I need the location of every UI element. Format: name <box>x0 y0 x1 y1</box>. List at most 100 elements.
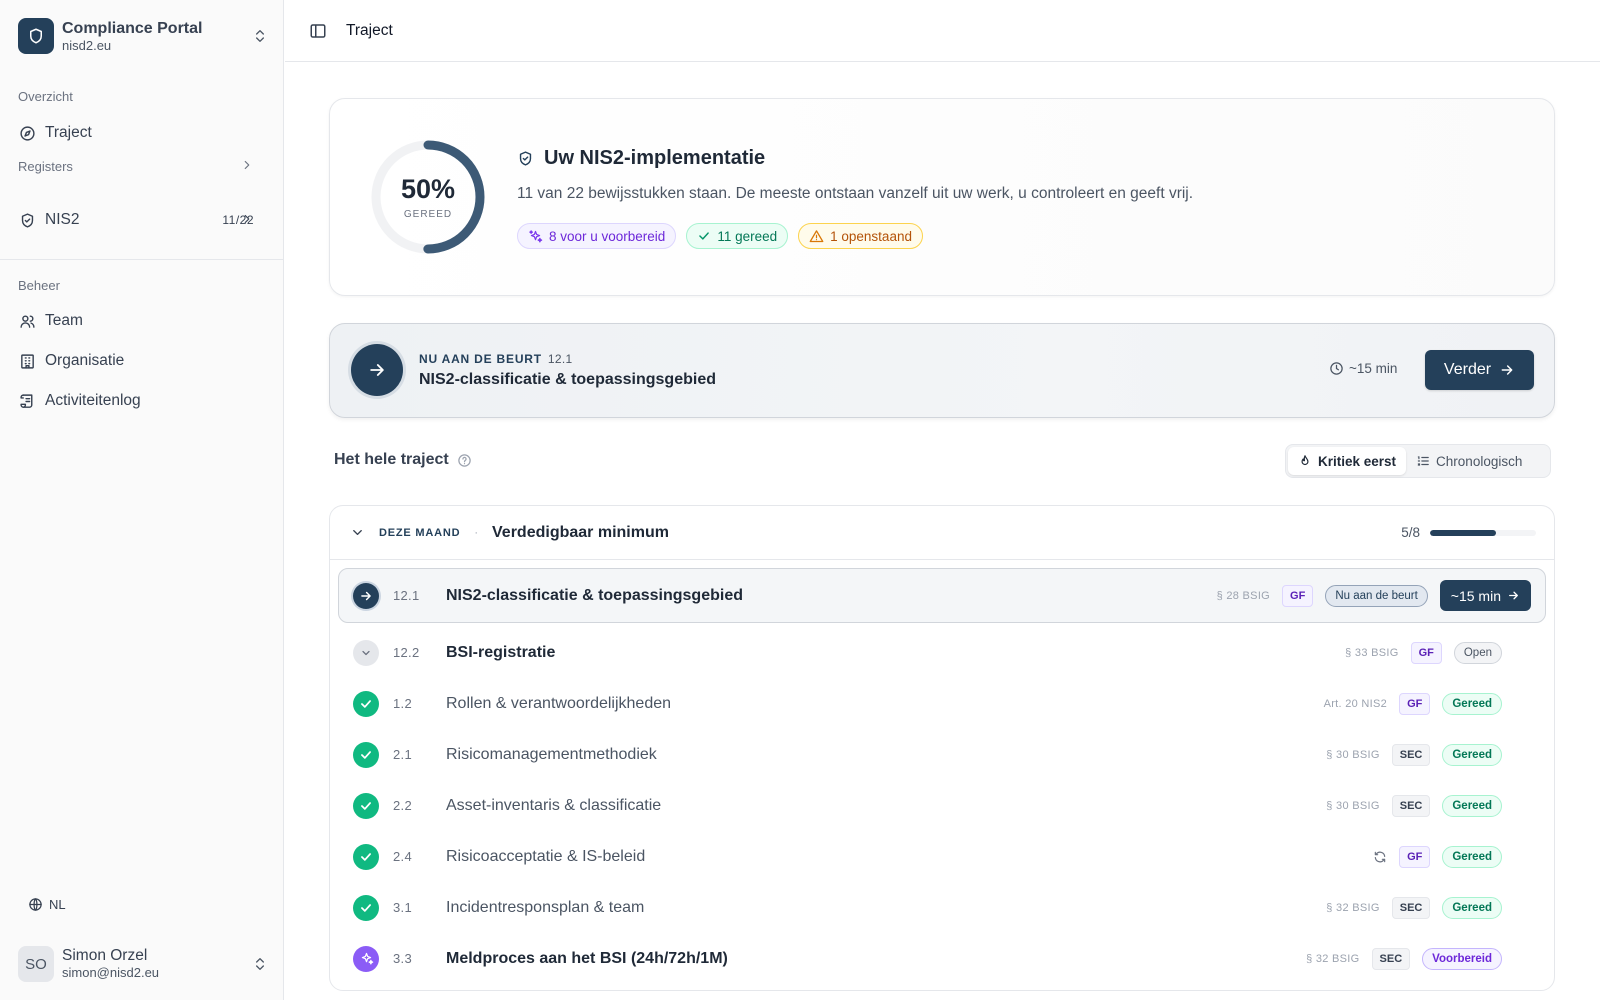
sidebar-item-label: Team <box>45 312 83 329</box>
done-pill[interactable]: 11 gereed <box>686 223 789 249</box>
warning-triangle-icon <box>809 229 824 242</box>
shield-check-icon <box>519 151 532 166</box>
nav-section-overview: Overzicht <box>18 89 73 104</box>
help-circle-icon[interactable] <box>457 453 472 468</box>
sidebar-item-label: Activiteitenlog <box>45 392 141 409</box>
row-reference: § 30 BSIG <box>1326 799 1380 812</box>
next-step-code: 12.1 <box>547 352 573 366</box>
group-progress-fill <box>1430 529 1497 536</box>
status-badge: Open <box>1453 641 1502 664</box>
panel-left-icon <box>310 23 326 38</box>
sidebar-item-traject[interactable]: Traject <box>18 119 268 147</box>
row-number: 1.2 <box>393 696 412 711</box>
done-pill-label: 11 gereed <box>717 228 778 244</box>
hero-title: Uw NIS2-implementatie <box>517 147 765 170</box>
sidebar: Compliance Portal nisd2.eu Overzicht Tra… <box>0 0 284 1000</box>
check-icon <box>699 232 710 240</box>
group-header[interactable]: DEZE MAAND · Verdedigbaar minimum 5/8 <box>330 506 1554 560</box>
status-badge: Gereed <box>1442 743 1502 766</box>
sidebar-item-label: Traject <box>45 124 92 141</box>
row-reference: § 32 BSIG <box>1326 901 1380 914</box>
table-row[interactable]: 3.1 Incidentresponsplan & team § 32 BSIG… <box>330 882 1554 933</box>
group-progress: 5/8 <box>1401 525 1536 540</box>
page-title: Traject <box>346 21 393 39</box>
expand-chevron-icon[interactable] <box>353 639 379 666</box>
row-title: Risicoacceptatie & IS-beleid <box>446 847 646 865</box>
row-number: 2.4 <box>393 849 412 864</box>
status-badge: Gereed <box>1442 692 1502 715</box>
section-title-text: Het hele traject <box>334 451 449 468</box>
sort-critical-label: Kritiek eerst <box>1318 453 1397 469</box>
group-progress-count: 5/8 <box>1401 525 1420 540</box>
row-number: 3.1 <box>393 900 412 915</box>
sidebar-item-registers[interactable]: Registers <box>18 152 268 180</box>
next-step-arrow-button[interactable] <box>351 344 403 396</box>
row-category-tag: GF <box>1410 641 1442 664</box>
row-number: 12.1 <box>393 588 420 603</box>
row-reference: § 33 BSIG <box>1345 646 1399 659</box>
progress-summary-card: 50% GEREED Uw NIS2-implementatie 11 van … <box>329 98 1555 296</box>
refresh-icon <box>1374 851 1386 862</box>
progress-percent: 50% <box>400 174 456 204</box>
row-reference: Art. 20 NIS2 <box>1323 697 1388 710</box>
row-title: Rollen & verantwoordelijkheden <box>446 694 672 712</box>
user-menu[interactable]: SO Simon Orzel simon@nisd2.eu <box>18 945 268 983</box>
open-pill[interactable]: 1 openstaand <box>798 223 923 249</box>
topbar: Traject <box>285 0 1600 62</box>
group-progress-bar <box>1430 529 1536 536</box>
scroll-log-icon <box>18 392 36 410</box>
status-badge: Gereed <box>1442 845 1502 868</box>
table-row[interactable]: 12.2 BSI-registratie § 33 BSIG GF Open <box>330 627 1554 678</box>
sort-chronological-label: Chronologisch <box>1436 453 1523 469</box>
group-title: Verdedigbaar minimum <box>492 523 669 541</box>
row-reference: § 30 BSIG <box>1326 748 1380 761</box>
language-switcher[interactable]: NL <box>28 897 66 912</box>
sort-critical-button[interactable]: Kritiek eerst <box>1288 447 1407 475</box>
hero-title-text: Uw NIS2-implementatie <box>544 147 766 169</box>
continue-button[interactable]: Verder <box>1425 350 1534 390</box>
next-step-card[interactable]: NU AAN DE BEURT 12.1 NIS2-classificatie &… <box>329 323 1555 418</box>
check-circle-icon <box>353 792 379 819</box>
open-pill-label: 1 openstaand <box>830 228 912 244</box>
building-icon <box>18 352 36 370</box>
sidebar-item-label: NIS2 <box>45 211 80 228</box>
progress-percent-label: GEREED <box>403 209 453 220</box>
shield-check-icon <box>18 211 36 229</box>
sparkles-icon <box>529 229 543 242</box>
table-row[interactable]: 2.4 Risicoacceptatie & IS-beleid GF Gere… <box>330 831 1554 882</box>
next-step-eyebrow: NU AAN DE BEURT 12.1 <box>419 352 572 366</box>
chevron-down-icon[interactable] <box>350 525 365 540</box>
group-separator: · <box>474 526 479 539</box>
status-pills: 8 voor u voorbereid 11 gereed 1 openstaa… <box>517 223 923 249</box>
table-row[interactable]: 1.2 Rollen & verantwoordelijkheden Art. … <box>330 678 1554 729</box>
arrow-right-icon <box>370 364 384 376</box>
arrow-right-icon <box>1501 365 1513 375</box>
table-row[interactable]: 2.2 Asset-inventaris & classificatie § 3… <box>330 780 1554 831</box>
table-row[interactable]: 3.3 Meldproces aan het BSI (24h/72h/1M) … <box>330 933 1554 984</box>
sidebar-toggle-button[interactable] <box>308 21 328 41</box>
section-title: Het hele traject <box>334 451 472 469</box>
sidebar-item-team[interactable]: Team <box>18 307 268 335</box>
avatar: SO <box>18 946 54 982</box>
prepared-pill[interactable]: 8 voor u voorbereid <box>517 223 677 249</box>
row-title: NIS2-classificatie & toepassingsgebied <box>446 586 743 604</box>
sidebar-item-nis2[interactable]: NIS2 11/22 <box>18 206 268 234</box>
milestone-group: DEZE MAAND · Verdedigbaar minimum 5/8 12… <box>329 505 1555 991</box>
sidebar-item-label: Registers <box>18 158 73 174</box>
next-step-duration-text: ~15 min <box>1349 361 1398 376</box>
workspace-switcher[interactable]: Compliance Portal nisd2.eu <box>18 17 268 55</box>
row-number: 12.2 <box>393 645 420 660</box>
row-category-tag: GF <box>1399 692 1431 715</box>
start-step-button[interactable]: ~15 min <box>1439 580 1531 611</box>
workspace-name: Compliance Portal <box>62 19 203 37</box>
sidebar-item-activiteitenlog[interactable]: Activiteitenlog <box>18 387 268 415</box>
language-label: NL <box>49 897 66 912</box>
compass-icon <box>18 124 36 142</box>
sidebar-item-organisatie[interactable]: Organisatie <box>18 347 268 375</box>
table-row-current[interactable]: 12.1 NIS2-classificatie & toepassingsgeb… <box>338 568 1546 623</box>
clock-icon <box>1330 362 1343 375</box>
sort-chronological-button[interactable]: Chronologisch <box>1406 447 1532 475</box>
next-step-duration: ~15 min <box>1329 361 1397 376</box>
row-number: 2.1 <box>393 747 412 762</box>
table-row[interactable]: 2.1 Risicomanagementmethodiek § 30 BSIG … <box>330 729 1554 780</box>
